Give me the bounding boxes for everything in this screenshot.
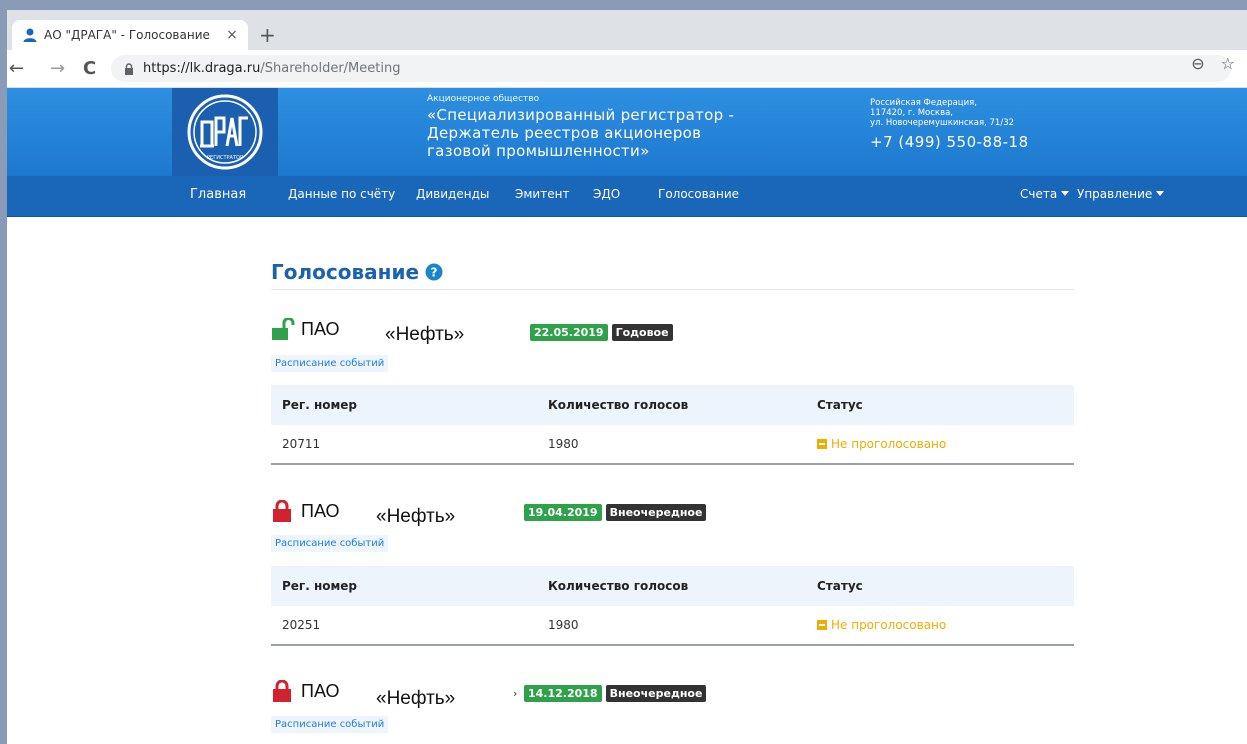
org-type: Акционерное общество [427,94,540,104]
meeting-header: ПАО [271,500,340,522]
meeting-header: ПАО [271,318,340,340]
title-divider [271,289,1074,290]
window-frame-left [0,0,7,744]
window-frame-top [0,0,1247,10]
caret-down-icon [1156,191,1165,196]
vote-status[interactable]: Не проголосовано [817,606,946,644]
voting-table: Рег. номер Количество голосов Статус 207… [271,385,1074,465]
org-name: «Специализированный регистратор - Держат… [427,106,735,160]
col-status: Статус [817,398,863,412]
bookmark-star-icon[interactable]: ☆ [1221,54,1235,73]
nav-dividends[interactable]: Дивиденды [416,187,489,201]
table-row[interactable]: 20251 1980 Не проголосовано [271,606,1074,646]
org-info: Акционерное общество «Специализированный… [427,94,747,160]
meeting-badges: 19.04.2019 Внеочередное [524,504,707,521]
table-header-row: Рег. номер Количество голосов Статус [271,385,1074,425]
logo-subtitle: РЕГИСТРАТОР [207,155,243,161]
url-field[interactable]: https://lk.draga.ru/Shareholder/Meeting [111,55,1231,82]
votes-count: 1980 [548,437,579,451]
nav-home[interactable]: Главная [190,187,246,202]
votes-count: 1980 [548,618,579,632]
voting-table: Рег. номер Количество голосов Статус 202… [271,566,1074,646]
meeting-badges: 22.05.2019 Годовое [530,324,673,341]
address-line-3: ул. Новочеремушкинская, 71/32 [870,118,1015,128]
browser-tab[interactable]: АО "ДРАГА" - Голосование × [12,20,248,50]
url-host: https://lk.draga.ru [143,61,261,76]
caret-down-icon [1061,191,1070,196]
nav-account-data[interactable]: Данные по счёту [288,187,395,201]
table-header-row: Рег. номер Количество голосов Статус [271,566,1074,606]
user-icon [23,28,37,42]
nav-accounts-label: Счета [1020,187,1058,201]
nav-voting[interactable]: Голосование [658,187,739,201]
col-status: Статус [817,579,863,593]
table-row[interactable]: 20711 1980 Не проголосовано [271,425,1074,465]
tab-title: АО "ДРАГА" - Голосование [44,28,210,42]
browser-tab-bar: АО "ДРАГА" - Голосование × + [7,10,1247,50]
nav-issuer[interactable]: Эмитент [515,187,569,201]
lock-closed-icon [273,500,291,522]
url-path: /Shareholder/Meeting [260,61,401,76]
issuer-name: «Нефть» [376,688,456,709]
schedule-link[interactable]: Расписание событий [271,355,389,372]
col-votes: Количество голосов [548,579,689,593]
nav-accounts-dropdown[interactable]: Счета [1020,187,1070,201]
nav-management-label: Управление [1077,187,1153,201]
issuer-name: «Нефть» [376,506,456,527]
reload-icon[interactable]: C [83,58,96,79]
contact-info: Российская Федерация, 117420, г. Москва,… [870,98,1029,150]
address-bar: ← → C https://lk.draga.ru/Shareholder/Me… [7,50,1247,88]
issuer-type: ПАО [301,680,340,701]
address-line-1: Российская Федерация, [870,98,977,108]
close-tab-icon[interactable]: × [222,27,242,43]
address-line-2: 117420, г. Москва, [870,108,953,118]
col-reg-number: Рег. номер [282,398,358,412]
col-reg-number: Рег. номер [282,579,358,593]
meeting-header: ПАО [271,680,340,702]
meeting-date-badge: 22.05.2019 [530,324,608,341]
address-bar-actions: ⊖ ☆ [1191,54,1235,73]
schedule-link[interactable]: Расписание событий [271,535,389,552]
draga-logo-icon: РЕГИСТРАТОР [187,94,263,170]
site-header: РЕГИСТРАТОР Акционерное общество «Специа… [7,88,1247,176]
meeting-badges: 14.12.2018 Внеочередное [524,685,707,702]
chevron-right-icon[interactable]: › [513,687,517,700]
page-title-text: Голосование [271,260,420,284]
back-icon[interactable]: ← [9,58,24,79]
reg-number: 20711 [282,437,321,451]
col-votes: Количество голосов [548,398,689,412]
svg-text:?: ? [431,266,438,280]
issuer-type: ПАО [301,318,340,339]
vote-status-text: Не проголосовано [831,437,947,451]
meeting-date-badge: 19.04.2019 [524,504,602,521]
schedule-link[interactable]: Расписание событий [271,716,389,733]
lock-open-icon [272,318,295,340]
meeting-type-badge: Внеочередное [605,685,707,702]
lock-closed-icon [273,680,291,702]
secure-lock-icon [125,62,133,75]
vote-status[interactable]: Не проголосовано [817,425,946,463]
meeting-type-badge: Внеочередное [605,504,707,521]
issuer-type: ПАО [301,500,340,521]
new-tab-button[interactable]: + [259,23,276,47]
meeting-type-badge: Годовое [611,324,673,341]
reg-number: 20251 [282,618,321,632]
phone-number[interactable]: +7 (499) 550-88-18 [870,135,1029,150]
main-navigation: Главная Данные по счёту Дивиденды Эмитен… [7,176,1247,217]
nav-edo[interactable]: ЭДО [593,187,620,201]
vote-status-text: Не проголосовано [831,618,947,632]
forward-icon[interactable]: → [50,58,65,79]
meeting-date-badge: 14.12.2018 [524,685,602,702]
page-title: Голосование ? [271,260,443,284]
minus-square-icon [817,439,827,449]
logo[interactable]: РЕГИСТРАТОР [172,88,278,176]
minus-square-icon [817,620,827,630]
issuer-name: «Нефть» [385,324,465,345]
zoom-icon[interactable]: ⊖ [1191,54,1204,73]
help-icon[interactable]: ? [425,263,443,281]
nav-management-dropdown[interactable]: Управление [1077,187,1165,201]
